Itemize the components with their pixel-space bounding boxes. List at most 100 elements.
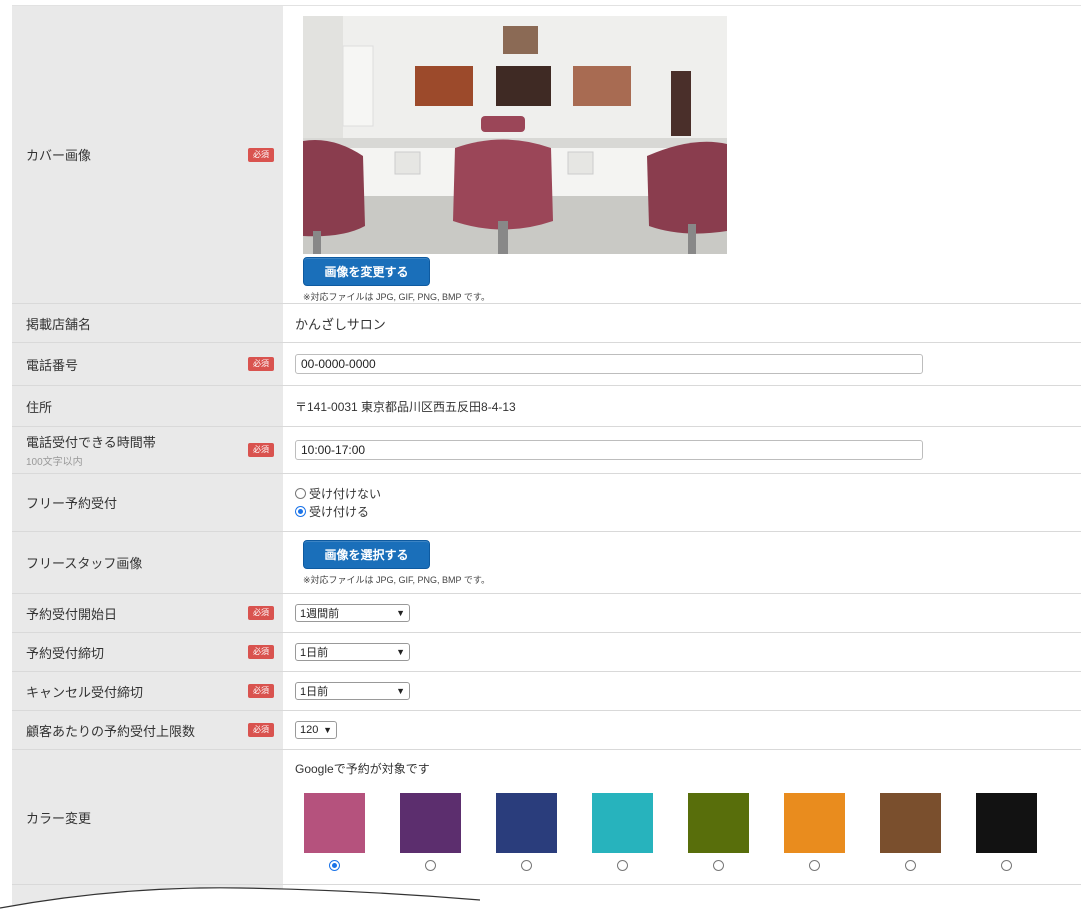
label-cell: 予約受付締切 必須 [12,633,283,671]
chevron-down-icon: ▼ [396,647,405,657]
phone-hours-label: 電話受付できる時間帯 [26,435,156,450]
required-badge: 必須 [248,147,274,162]
color-google-note: Googleで予約が対象です [295,762,430,776]
row-color: カラー変更 Googleで予約が対象です [12,750,1081,885]
color-radio[interactable] [1001,860,1012,871]
cover-file-note: ※対応ファイルは JPG, GIF, PNG, BMP です。 [303,292,490,302]
value-cell: かんざしサロン [283,304,1081,342]
cancel-deadline-select[interactable]: 1日前 ▼ [295,682,410,700]
color-option[interactable] [976,793,1037,871]
value-cell: 1日前 ▼ [283,633,1081,671]
color-radio[interactable] [617,860,628,871]
booking-limit-value: 120 [300,724,319,736]
booking-deadline-value: 1日前 [300,647,329,659]
color-swatch[interactable] [304,793,365,853]
color-swatch[interactable] [592,793,653,853]
row-booking-start: 予約受付開始日 必須 1週間前 ▼ [12,594,1081,633]
color-radio[interactable] [329,860,340,871]
free-booking-option-accept[interactable]: 受け付ける [295,503,1081,521]
cover-image-label: カバー画像 [26,148,92,163]
label-cell: 掲載店舗名 [12,304,283,342]
color-radio[interactable] [713,860,724,871]
color-option[interactable] [688,793,749,871]
radio-accept-label: 受け付ける [309,505,370,519]
store-settings-form: カバー画像 必須 画像を変更する ※対応ファイルは JPG, GIF, PNG,… [12,5,1081,905]
color-option[interactable] [592,793,653,871]
torn-edge-decoration [0,887,1081,912]
color-option[interactable] [304,793,365,871]
chevron-down-icon: ▼ [323,725,332,735]
booking-deadline-label: 予約受付締切 [26,645,105,661]
change-image-button[interactable]: 画像を変更する [303,257,430,286]
required-badge: 必須 [248,723,274,737]
value-cell: 画像を変更する ※対応ファイルは JPG, GIF, PNG, BMP です。 [283,6,1081,303]
color-swatch[interactable] [400,793,461,853]
label-cell: フリースタッフ画像 [12,532,283,593]
color-label: カラー変更 [26,810,92,826]
address-value: 〒141-0031 東京都品川区西五反田8-4-13 [295,399,516,414]
color-option[interactable] [880,793,941,871]
free-booking-label: フリー予約受付 [26,496,118,511]
row-phone: 電話番号 必須 00-0000-0000 [12,343,1081,386]
label-cell: 電話番号 必須 [12,343,283,385]
booking-deadline-select[interactable]: 1日前 ▼ [295,643,410,661]
phone-hours-limit: 100文字以内 [26,457,83,468]
color-radio[interactable] [521,860,532,871]
address-label: 住所 [26,399,53,415]
cancel-deadline-label: キャンセル受付締切 [26,684,144,700]
color-option[interactable] [400,793,461,871]
row-cover-image: カバー画像 必須 画像を変更する ※対応ファイルは JPG, GIF, PNG,… [12,6,1081,304]
free-staff-image-label: フリースタッフ画像 [26,556,143,571]
color-option[interactable] [496,793,557,871]
required-badge: 必須 [248,443,274,457]
value-cell: Googleで予約が対象です [283,750,1081,884]
label-cell: キャンセル受付締切 必須 [12,672,283,710]
color-swatch[interactable] [880,793,941,853]
phone-input-value: 00-0000-0000 [301,357,376,371]
value-cell: 画像を選択する ※対応ファイルは JPG, GIF, PNG, BMP です。 [283,532,1081,593]
row-store-name: 掲載店舗名 かんざしサロン [12,304,1081,343]
label-cell: カバー画像 必須 [12,6,283,303]
booking-limit-label: 顧客あたりの予約受付上限数 [26,723,196,739]
label-cell: カラー変更 [12,750,283,884]
booking-start-label: 予約受付開始日 [26,606,118,622]
cancel-deadline-value: 1日前 [300,686,329,698]
color-radio[interactable] [809,860,820,871]
phone-hours-input-value: 10:00-17:00 [301,443,366,457]
row-booking-limit: 顧客あたりの予約受付上限数 必須 120 ▼ [12,711,1081,750]
color-swatch[interactable] [976,793,1037,853]
row-cancel-deadline: キャンセル受付締切 必須 1日前 ▼ [12,672,1081,711]
booking-start-select[interactable]: 1週間前 ▼ [295,604,410,622]
value-cell: 10:00-17:00 [283,427,1081,473]
row-booking-deadline: 予約受付締切 必須 1日前 ▼ [12,633,1081,672]
color-option[interactable] [784,793,845,871]
staff-file-note: ※対応ファイルは JPG, GIF, PNG, BMP です。 [303,574,490,585]
label-cell: 住所 [12,386,283,426]
color-swatch[interactable] [784,793,845,853]
select-image-button[interactable]: 画像を選択する [303,539,430,569]
phone-input[interactable]: 00-0000-0000 [295,354,923,374]
row-free-booking: フリー予約受付 受け付けない 受け付ける [12,474,1081,532]
radio-reject[interactable] [295,488,306,499]
row-free-staff-image: フリースタッフ画像 画像を選択する ※対応ファイルは JPG, GIF, PNG… [12,532,1081,594]
booking-limit-select[interactable]: 120 ▼ [295,721,337,739]
phone-label: 電話番号 [26,357,79,373]
color-radio[interactable] [425,860,436,871]
row-phone-hours: 電話受付できる時間帯 100文字以内 必須 10:00-17:00 [12,427,1081,474]
color-swatch[interactable] [688,793,749,853]
phone-hours-label-group: 電話受付できる時間帯 100文字以内 [26,432,156,468]
free-booking-option-reject[interactable]: 受け付けない [295,485,1081,503]
phone-hours-input[interactable]: 10:00-17:00 [295,440,923,460]
store-name-label: 掲載店舗名 [26,316,92,332]
chevron-down-icon: ▼ [396,608,405,618]
value-cell: 〒141-0031 東京都品川区西五反田8-4-13 [283,386,1081,426]
label-cell: 顧客あたりの予約受付上限数 必須 [12,711,283,749]
value-cell: 1週間前 ▼ [283,594,1081,632]
color-radio[interactable] [905,860,916,871]
radio-accept[interactable] [295,506,306,517]
radio-reject-label: 受け付けない [309,487,382,501]
value-cell: 00-0000-0000 [283,343,1081,385]
value-cell: 1日前 ▼ [283,672,1081,710]
label-cell: フリー予約受付 [12,474,283,531]
color-swatch[interactable] [496,793,557,853]
